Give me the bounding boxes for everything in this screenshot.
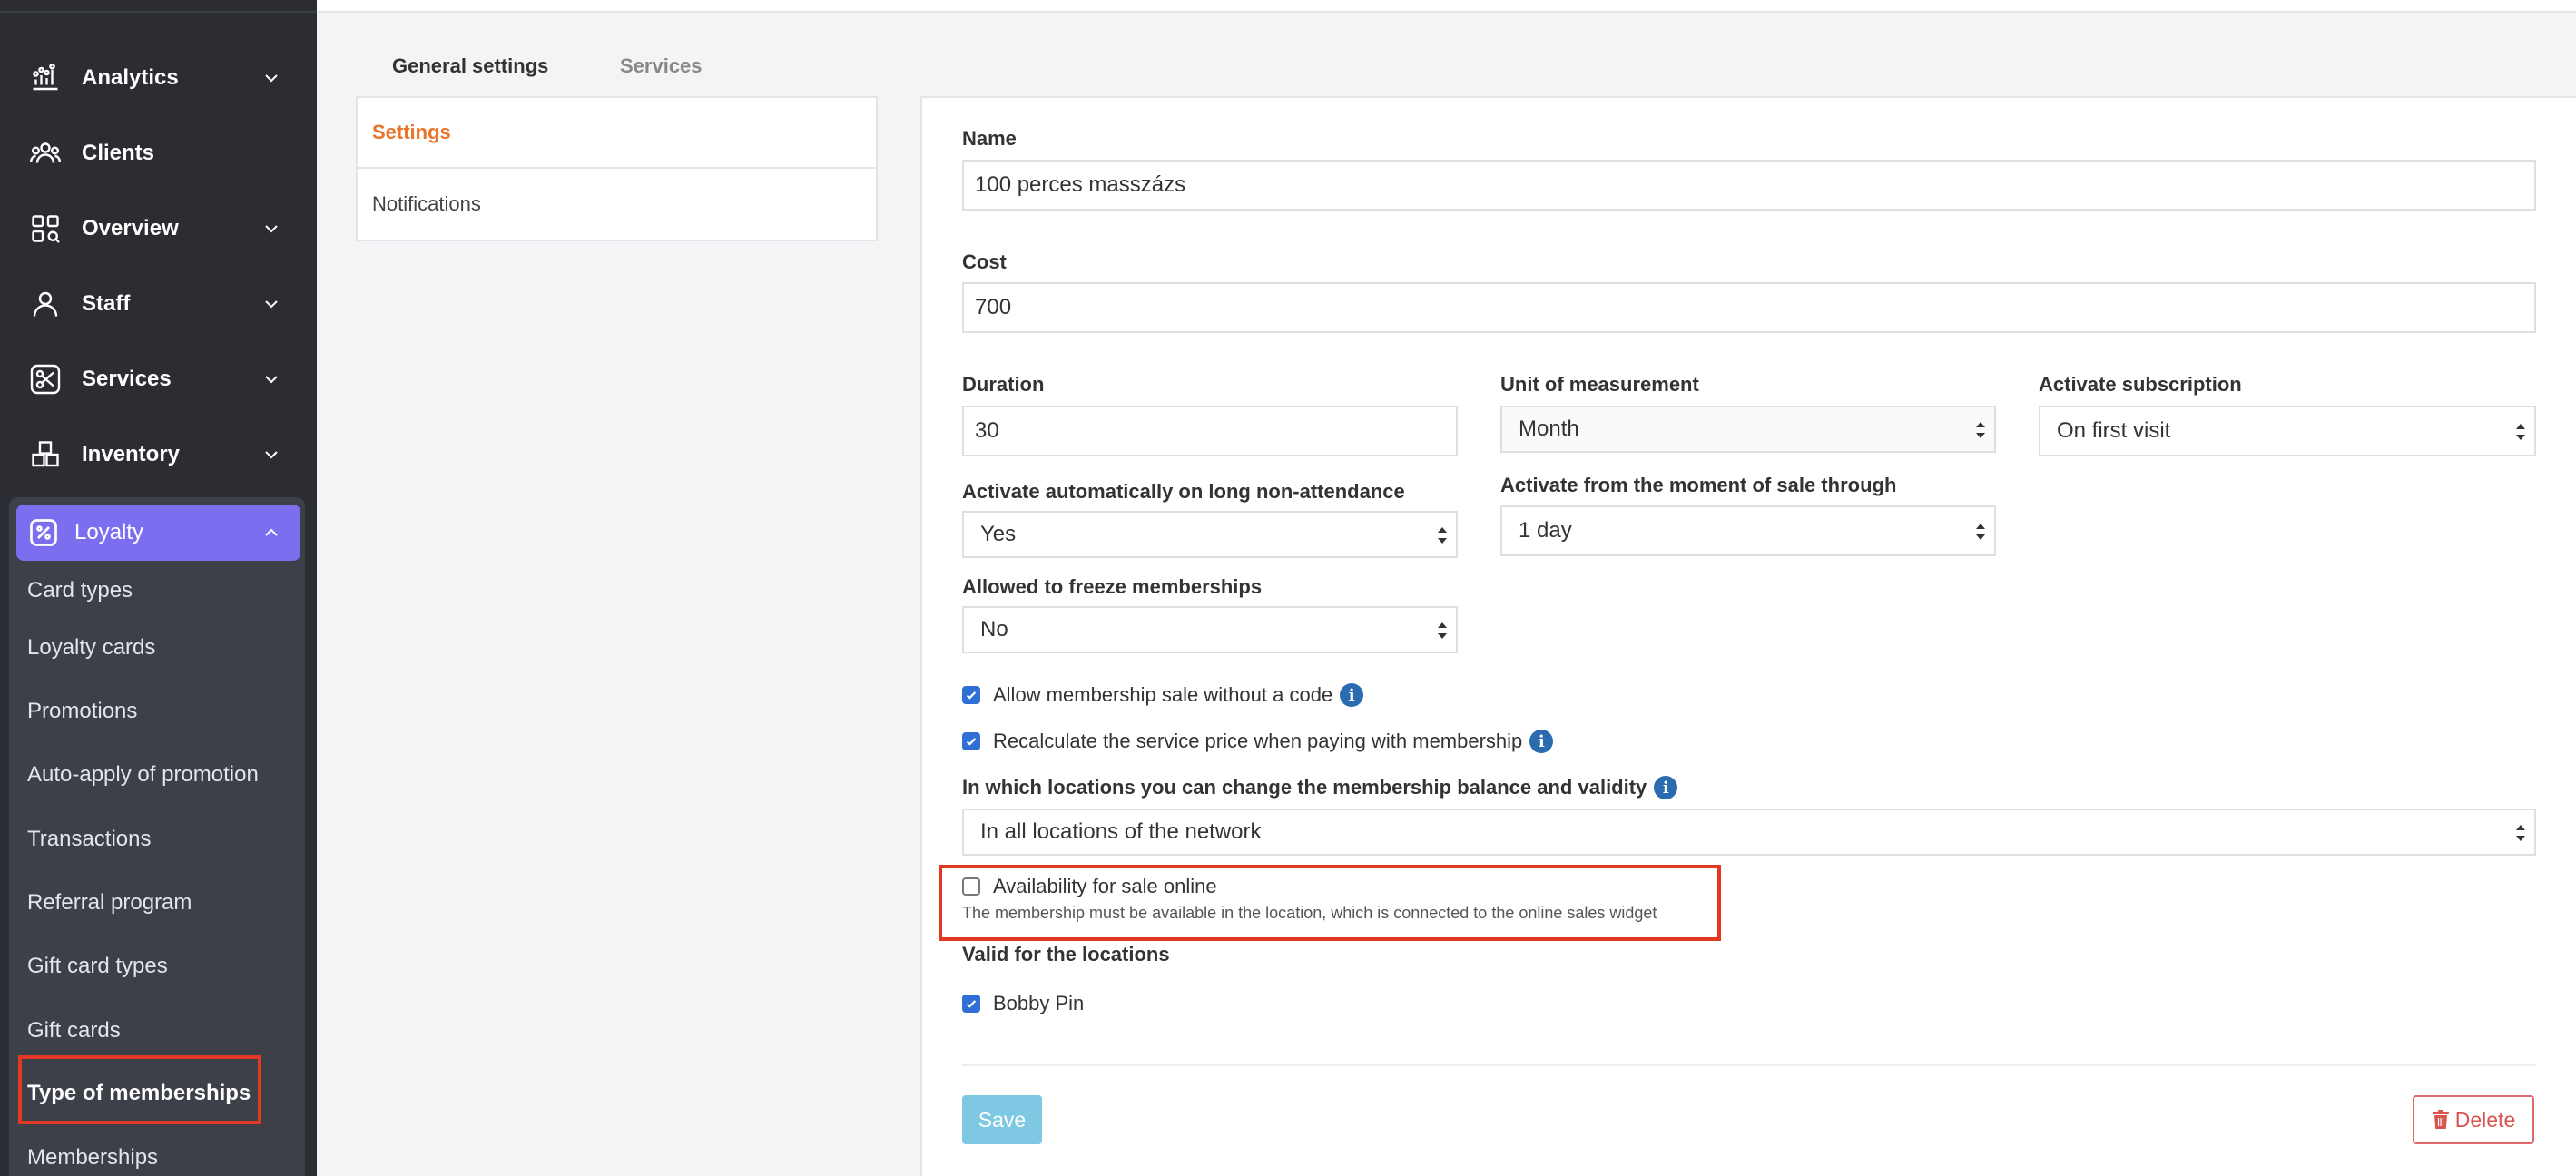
select-arrows-icon — [1438, 622, 1447, 639]
chevron-up-icon — [265, 528, 278, 536]
chevron-down-icon — [265, 300, 278, 309]
sidebar-item-overview[interactable]: Overview — [16, 194, 300, 263]
select-arrows-icon — [2516, 825, 2525, 841]
select-arrows-icon — [1976, 524, 1985, 540]
sidebar-item-label: Overview — [82, 216, 179, 240]
freeze-value: No — [980, 617, 1008, 642]
name-input[interactable]: 100 perces masszázs — [962, 160, 2536, 211]
clients-icon — [27, 135, 64, 172]
sidebar-item-label: Loyalty — [74, 520, 144, 544]
staff-icon — [27, 286, 64, 322]
chevron-down-icon — [265, 376, 278, 384]
subnav-item-settings[interactable]: Settings — [358, 98, 876, 169]
sidebar-subitem-gift-card-types[interactable]: Gift card types — [27, 954, 290, 979]
locations-change-label-row: In which locations you can change the me… — [962, 776, 1678, 799]
activate-from-value: 1 day — [1519, 518, 1572, 543]
sidebar-item-inventory[interactable]: Inventory — [16, 420, 300, 489]
duration-input[interactable]: 30 — [962, 406, 1458, 456]
allow-sale-label: Allow membership sale without a code — [993, 683, 1333, 706]
sidebar-item-staff[interactable]: Staff — [16, 270, 300, 338]
recalc-checkbox-row[interactable]: Recalculate the service price when payin… — [962, 730, 1554, 753]
sidebar-item-label: Clients — [82, 141, 155, 165]
sidebar-subitem-auto-apply[interactable]: Auto-apply of promotion — [27, 762, 290, 788]
services-icon — [27, 361, 64, 397]
chevron-down-icon — [265, 74, 278, 83]
activate-subscription-label: Activate subscription — [2039, 373, 2242, 396]
auto-activate-select[interactable]: Yes — [962, 511, 1458, 558]
cost-label: Cost — [962, 250, 1007, 273]
location-checkbox[interactable] — [962, 995, 980, 1013]
select-arrows-icon — [2516, 424, 2525, 440]
auto-activate-label: Activate automatically on long non-atten… — [962, 480, 1405, 503]
footer-divider — [962, 1064, 2536, 1066]
sidebar-item-clients[interactable]: Clients — [16, 119, 300, 188]
unit-select-value: Month — [1519, 416, 1579, 441]
sidebar-item-loyalty[interactable]: Loyalty — [16, 505, 300, 561]
cost-input[interactable]: 700 — [962, 282, 2536, 333]
sidebar-item-label: Analytics — [82, 65, 179, 90]
delete-button[interactable]: Delete — [2413, 1095, 2534, 1144]
sidebar-item-label: Inventory — [82, 442, 181, 466]
loyalty-icon — [27, 516, 60, 549]
chevron-down-icon — [265, 451, 278, 459]
auto-activate-value: Yes — [980, 522, 1017, 546]
sidebar-item-label: Services — [82, 367, 172, 391]
duration-label: Duration — [962, 373, 1045, 396]
sidebar-item-label: Staff — [82, 291, 131, 316]
freeze-label: Allowed to freeze memberships — [962, 575, 1263, 598]
valid-locations-label: Valid for the locations — [962, 943, 1170, 965]
sidebar-item-services[interactable]: Services — [16, 345, 300, 414]
settings-subnav: Settings Notifications — [356, 96, 878, 241]
sidebar-top-divider — [0, 0, 317, 13]
activate-subscription-value: On first visit — [2057, 418, 2171, 443]
location-checkbox-row[interactable]: Bobby Pin — [962, 992, 1084, 1015]
sidebar-subitem-transactions[interactable]: Transactions — [27, 827, 290, 852]
select-arrows-icon — [1976, 422, 1985, 438]
locations-change-value: In all locations of the network — [980, 819, 1262, 844]
tab-general-settings[interactable]: General settings — [392, 54, 548, 78]
inventory-icon — [27, 436, 64, 473]
recalc-label: Recalculate the service price when payin… — [993, 730, 1523, 752]
locations-change-select[interactable]: In all locations of the network — [962, 808, 2536, 856]
allow-sale-checkbox[interactable] — [962, 686, 980, 704]
subnav-item-notifications[interactable]: Notifications — [358, 169, 876, 240]
name-label: Name — [962, 127, 1017, 150]
activate-subscription-select[interactable]: On first visit — [2039, 406, 2536, 456]
unit-select[interactable]: Month — [1500, 406, 1996, 453]
sidebar-subitem-referral-program[interactable]: Referral program — [27, 890, 290, 916]
tab-services[interactable]: Services — [620, 54, 703, 78]
highlight-box-online-sale — [939, 865, 1721, 941]
info-icon[interactable]: i — [1529, 730, 1554, 753]
info-icon[interactable]: i — [1340, 683, 1364, 707]
activate-from-select[interactable]: 1 day — [1500, 505, 1996, 556]
sidebar-item-analytics[interactable]: Analytics — [16, 44, 300, 113]
save-button[interactable]: Save — [962, 1095, 1042, 1144]
analytics-icon — [27, 60, 64, 96]
allow-sale-checkbox-row[interactable]: Allow membership sale without a code i — [962, 683, 1364, 707]
trash-icon — [2432, 1110, 2449, 1129]
highlight-box-sidebar — [18, 1055, 261, 1124]
overview-icon — [27, 211, 64, 247]
info-icon[interactable]: i — [1654, 776, 1678, 799]
select-arrows-icon — [1438, 527, 1447, 544]
sidebar-subitem-gift-cards[interactable]: Gift cards — [27, 1018, 290, 1044]
locations-change-label: In which locations you can change the me… — [962, 776, 1647, 799]
sidebar-subitem-memberships[interactable]: Memberships — [27, 1145, 290, 1171]
chevron-down-icon — [265, 225, 278, 233]
sidebar-subitem-promotions[interactable]: Promotions — [27, 699, 290, 724]
sidebar-subitem-loyalty-cards[interactable]: Loyalty cards — [27, 635, 290, 661]
recalc-checkbox[interactable] — [962, 732, 980, 750]
sidebar-subitem-card-types[interactable]: Card types — [27, 578, 290, 603]
location-name: Bobby Pin — [993, 992, 1085, 1014]
delete-button-label: Delete — [2454, 1107, 2516, 1132]
freeze-select[interactable]: No — [962, 606, 1458, 653]
activate-from-label: Activate from the moment of sale through — [1500, 474, 1897, 496]
top-bar — [317, 0, 2576, 13]
unit-label: Unit of measurement — [1500, 373, 1699, 396]
